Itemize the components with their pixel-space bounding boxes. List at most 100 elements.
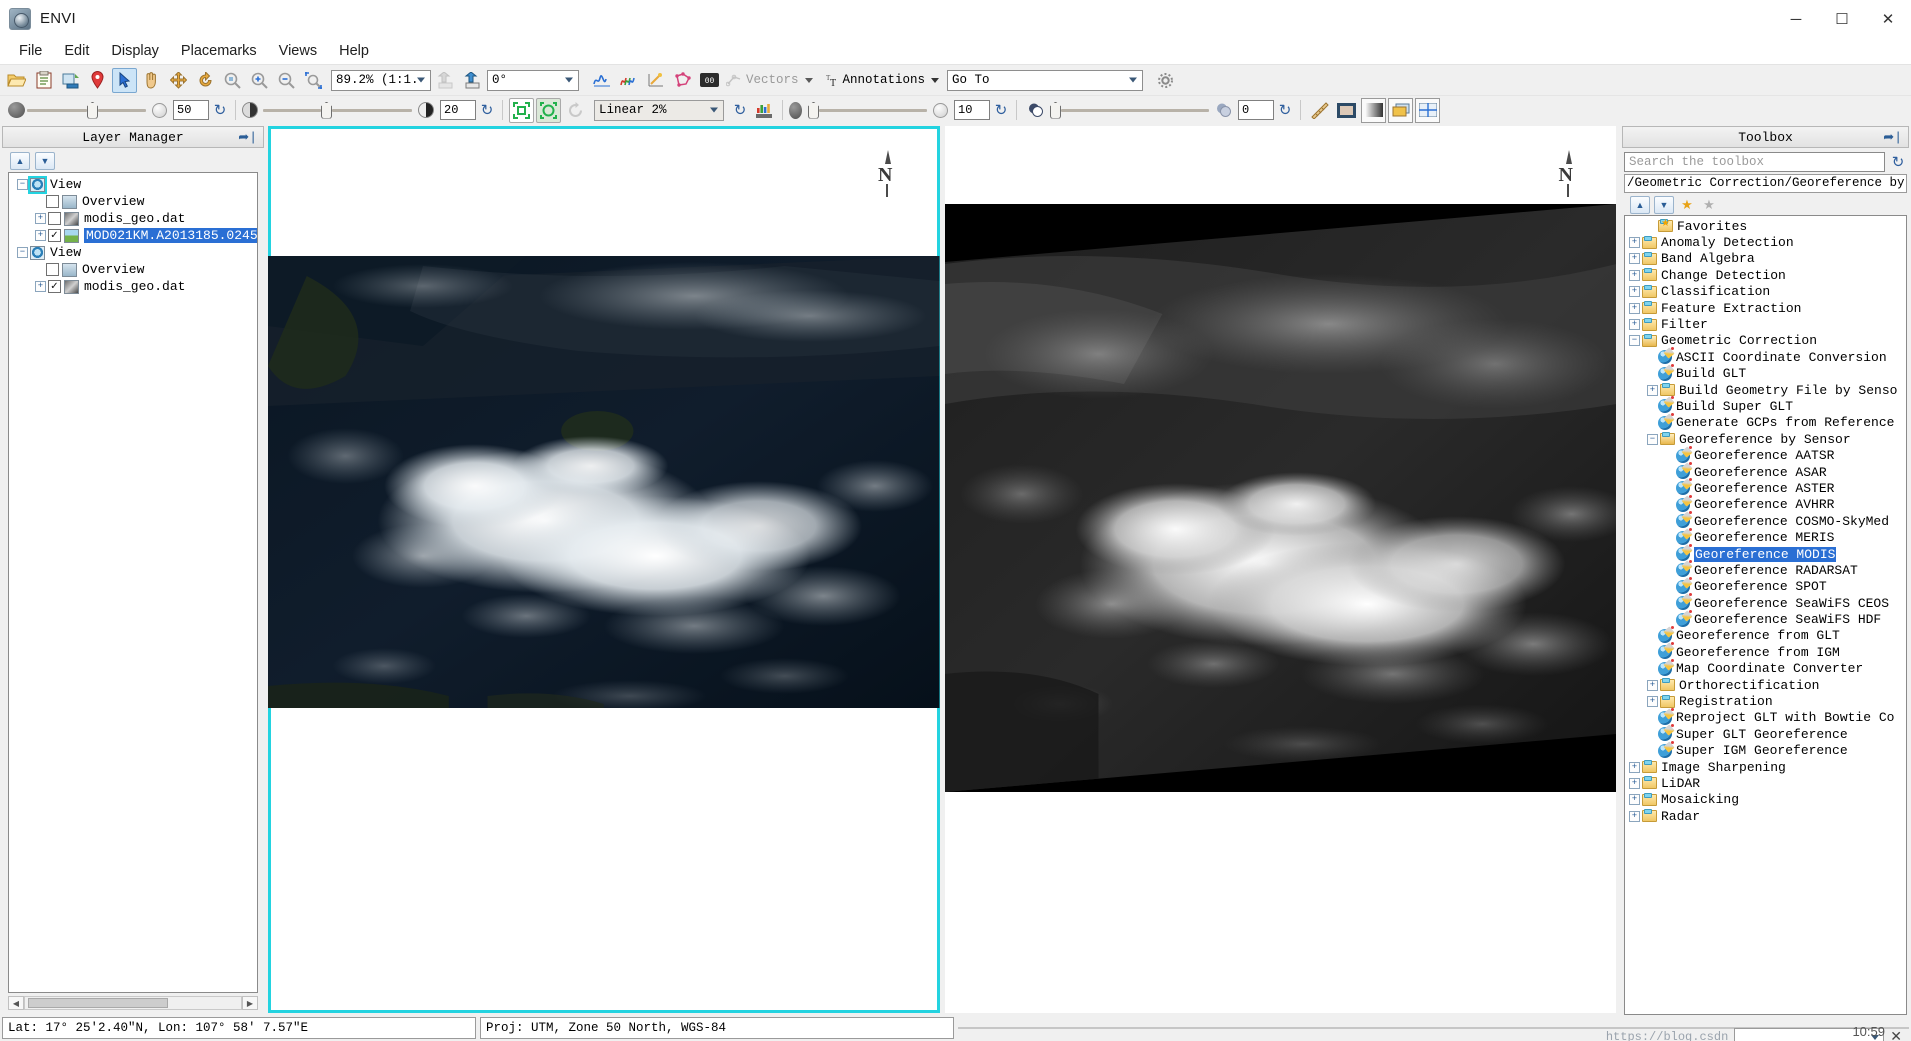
add-favorite-icon[interactable]: ★: [1678, 196, 1696, 213]
toolbox-tool-item[interactable]: Georeference from GLT: [1625, 625, 1906, 644]
layer-tree-row[interactable]: Overview: [9, 261, 257, 278]
toolbox-tool-item[interactable]: Georeference AATSR: [1625, 445, 1906, 463]
portal-icon[interactable]: [1334, 98, 1359, 123]
toolbox-folder-item[interactable]: + Change Detection: [1625, 267, 1906, 283]
pixel-value-icon[interactable]: 00: [697, 68, 722, 93]
gear-icon[interactable]: [1153, 68, 1178, 93]
search-input[interactable]: [1624, 152, 1885, 172]
toolbox-tool-item[interactable]: Map Coordinate Converter: [1625, 658, 1906, 677]
contrast-slider[interactable]: [263, 101, 412, 119]
menu-display[interactable]: Display: [100, 40, 170, 62]
chevron-down-icon[interactable]: [565, 77, 573, 83]
expander-toggle-icon[interactable]: +: [1629, 777, 1640, 789]
toolbox-folder-item[interactable]: + Mosaicking: [1625, 792, 1906, 808]
stretch-type-combo[interactable]: Linear 2%: [594, 99, 724, 121]
toolbox-tool-item[interactable]: Georeference COSMO-SkyMed: [1625, 511, 1906, 529]
scroll-left-button[interactable]: ◀: [8, 996, 24, 1010]
remove-favorite-icon[interactable]: ★: [1700, 196, 1718, 213]
view-left[interactable]: N: [268, 126, 940, 1013]
move-layer-down-icon[interactable]: ▼: [35, 151, 55, 170]
zoom-in-icon[interactable]: [247, 68, 272, 93]
expander-toggle-icon[interactable]: +: [1629, 237, 1640, 249]
close-icon[interactable]: ✕: [1890, 1029, 1902, 1041]
toolbox-folder-item[interactable]: + Filter: [1625, 316, 1906, 332]
toolbox-tool-item[interactable]: Build GLT: [1625, 363, 1906, 382]
menu-file[interactable]: File: [8, 40, 53, 62]
vectors-icon[interactable]: [724, 68, 744, 93]
toolbox-tool-item[interactable]: Reproject GLT with Bowtie Co: [1625, 707, 1906, 726]
toolbox-tree[interactable]: Favorites + Anomaly Detection + Band Algebra…: [1624, 215, 1907, 1015]
expander-toggle-icon[interactable]: −: [1629, 335, 1640, 347]
expander-toggle-icon[interactable]: −: [17, 247, 28, 258]
brightness-value[interactable]: 50: [173, 100, 209, 120]
toolbox-tool-item[interactable]: Georeference ASAR: [1625, 462, 1906, 480]
reset-transparency-icon[interactable]: ↻: [1276, 101, 1294, 119]
toolbox-tool-item[interactable]: Georeference MERIS: [1625, 527, 1906, 545]
stretch-refresh-icon[interactable]: ↻: [731, 101, 749, 119]
menu-views[interactable]: Views: [268, 40, 328, 62]
view-right-image[interactable]: [944, 204, 1616, 792]
toolbox-tool-item[interactable]: Super IGM Georeference: [1625, 740, 1906, 759]
multi-spectral-profile-icon[interactable]: [616, 68, 641, 93]
toolbox-folder-item[interactable]: + Classification: [1625, 284, 1906, 300]
layer-tree-row[interactable]: + ✓ modis_geo.dat: [9, 278, 257, 295]
transparency-slider[interactable]: [1050, 101, 1209, 119]
reset-stretch-icon[interactable]: [563, 98, 588, 123]
refresh-toolbox-icon[interactable]: ↻: [1889, 153, 1907, 171]
grayscale-view-icon[interactable]: [1361, 97, 1386, 123]
toolbox-folder-item[interactable]: + Image Sharpening: [1625, 759, 1906, 775]
pin-panel-icon[interactable]: ➦|: [1883, 130, 1902, 145]
expander-toggle-icon[interactable]: +: [1647, 696, 1658, 708]
crop-icon[interactable]: [58, 68, 83, 93]
view-left-image[interactable]: [268, 256, 940, 708]
expander-toggle-icon[interactable]: −: [17, 179, 28, 190]
toolbox-folder-item[interactable]: − Georeference by Sensor: [1625, 431, 1906, 447]
toolbox-tool-item[interactable]: Georeference SeaWiFS HDF: [1625, 609, 1906, 627]
toolbox-folder-item[interactable]: + Feature Extraction: [1625, 300, 1906, 316]
layer-tree[interactable]: − View Overview + modis_geo.dat + ✓ MOD021KM.A2…: [8, 172, 258, 993]
spectral-profile-icon[interactable]: [589, 68, 614, 93]
minimize-button[interactable]: ─: [1773, 0, 1819, 38]
maximize-button[interactable]: ☐: [1819, 0, 1865, 38]
layer-tree-row[interactable]: + modis_geo.dat: [9, 210, 257, 227]
toolbox-folder-item[interactable]: + Anomaly Detection: [1625, 234, 1906, 250]
expander-toggle-icon[interactable]: +: [1647, 384, 1658, 396]
expander-toggle-icon[interactable]: +: [1629, 269, 1640, 281]
toolbox-tool-item[interactable]: Georeference MODIS: [1625, 544, 1906, 562]
toolbox-tool-item[interactable]: Build Super GLT: [1625, 396, 1906, 414]
select-arrow-icon[interactable]: [112, 67, 137, 93]
reset-contrast-icon[interactable]: ↻: [478, 101, 496, 119]
clipboard-icon[interactable]: [31, 68, 56, 93]
toolbox-tool-item[interactable]: Georeference RADARSAT: [1625, 560, 1906, 578]
contrast-value[interactable]: 20: [440, 100, 476, 120]
vectors-menu-label[interactable]: Vectors: [746, 73, 799, 87]
move-layer-up-icon[interactable]: ▲: [10, 151, 30, 170]
toolbox-folder-item[interactable]: + Band Algebra: [1625, 251, 1906, 267]
reset-brightness-icon[interactable]: ↻: [211, 101, 229, 119]
menu-placemarks[interactable]: Placemarks: [170, 40, 268, 62]
toolbox-folder-item[interactable]: + Registration: [1625, 693, 1906, 709]
layer-visibility-checkbox[interactable]: ✓: [48, 229, 61, 242]
layer-visibility-checkbox[interactable]: [46, 263, 59, 276]
toolbox-tool-item[interactable]: Georeference from IGM: [1625, 642, 1906, 660]
histogram-icon[interactable]: [751, 98, 776, 123]
chevron-down-icon[interactable]: [1129, 77, 1138, 83]
zoom-to-native-icon[interactable]: [536, 97, 561, 123]
region-of-interest-icon[interactable]: [670, 68, 695, 93]
goto-input[interactable]: Go To: [947, 69, 1144, 91]
toolbox-tool-item[interactable]: ASCII Coordinate Conversion: [1625, 347, 1906, 365]
scroll-track[interactable]: [24, 996, 242, 1010]
expander-toggle-icon[interactable]: +: [1629, 319, 1640, 331]
move-up-icon[interactable]: ▲: [1630, 195, 1650, 214]
menu-edit[interactable]: Edit: [53, 40, 100, 62]
toolbox-folder-item[interactable]: Favorites: [1625, 218, 1906, 234]
layer-visibility-checkbox[interactable]: [46, 195, 59, 208]
zoom-out-icon[interactable]: [274, 68, 299, 93]
expander-toggle-icon[interactable]: +: [1647, 679, 1658, 691]
menu-help[interactable]: Help: [328, 40, 380, 62]
expander-toggle-icon[interactable]: −: [1647, 433, 1658, 445]
layer-visibility-checkbox[interactable]: ✓: [48, 280, 61, 293]
annotations-icon[interactable]: TT: [821, 68, 841, 93]
stacked-views-icon[interactable]: [1388, 97, 1413, 123]
pin-panel-icon[interactable]: ➦|: [238, 130, 257, 145]
